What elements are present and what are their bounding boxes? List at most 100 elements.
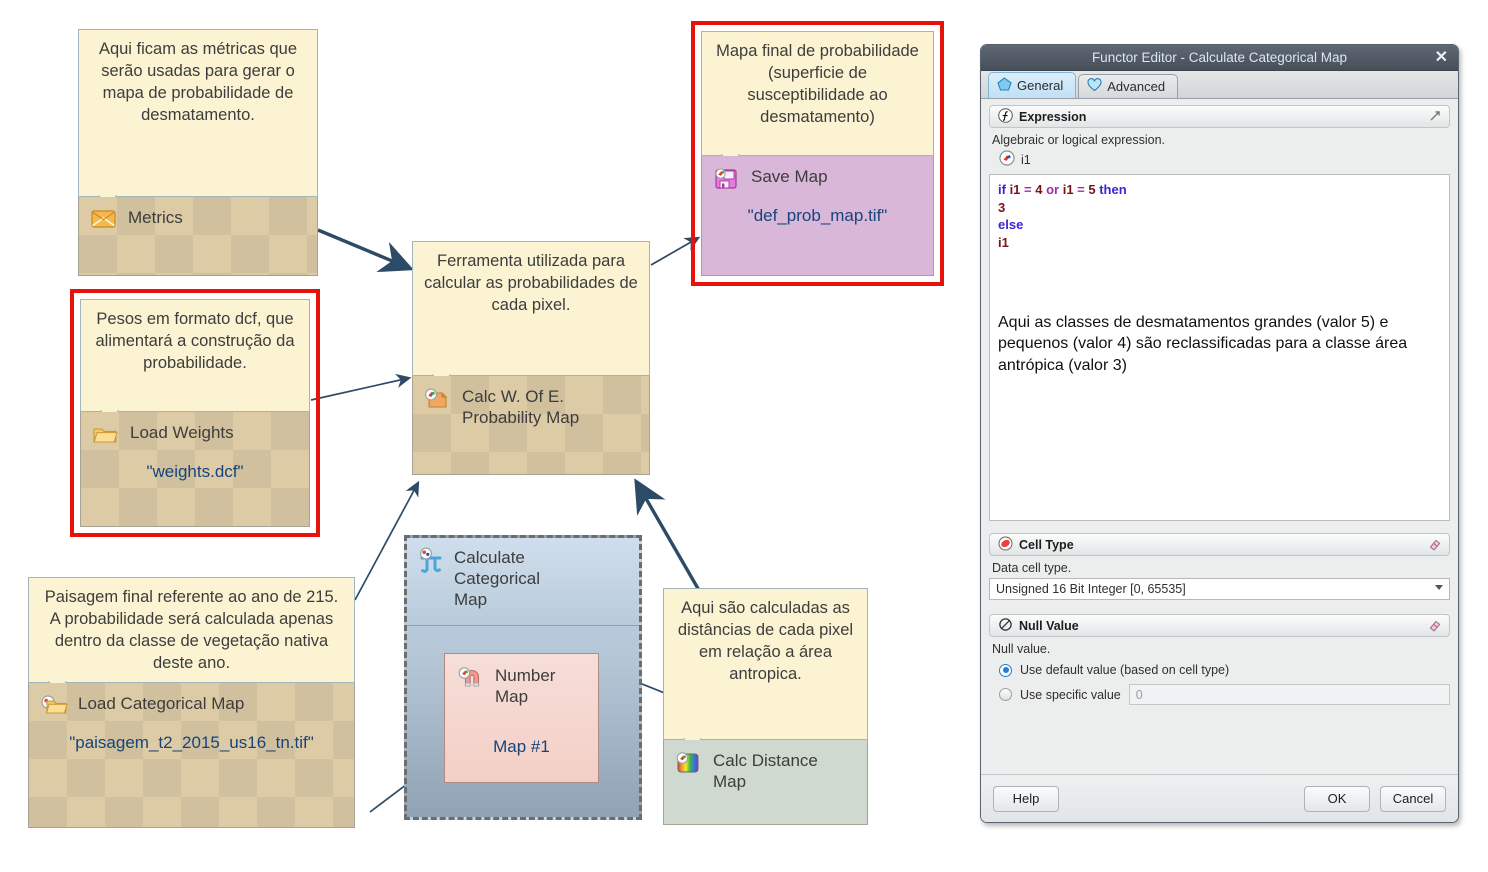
code-token: i1 (1009, 182, 1021, 197)
eraser-icon[interactable] (1428, 537, 1442, 554)
note-save-map: Mapa final de probabilidade (superficie … (701, 31, 934, 156)
null-value-title: Null Value (1019, 618, 1079, 633)
radio-default-label: Use default value (based on cell type) (1020, 663, 1230, 677)
cell-type-description: Data cell type. (992, 561, 1072, 575)
note-calc-distance: Aqui são calculadas as distâncias de cad… (663, 588, 868, 740)
node-title: Load Weights (130, 423, 234, 442)
node-body-metrics[interactable]: Metrics (78, 197, 318, 276)
expression-code: if i1 = 4 or i1 = 5 then 3 else i1 (998, 181, 1441, 252)
node-title: Metrics (128, 208, 183, 227)
heart-icon (1087, 78, 1102, 95)
cell-type-icon (998, 536, 1013, 554)
node-number-map[interactable]: Number Map Map #1 (444, 653, 599, 783)
number-map-magnet-icon (456, 663, 486, 689)
note-metrics: Aqui ficam as métricas que serão usadas … (78, 29, 318, 197)
expression-annotation: Aqui as classes de desmatamentos grandes… (998, 313, 1408, 374)
node-value: Map #1 (493, 737, 550, 757)
node-body-calc-woe[interactable]: Calc W. Of E. Probability Map (412, 376, 650, 475)
cell-type-value: Unsigned 16 Bit Integer [0, 65535] (996, 582, 1186, 596)
note-load-categorical-map: Paisagem final referente ao ano de 215. … (28, 577, 355, 683)
expression-description: Algebraic or logical expression. (992, 133, 1166, 147)
code-line: if i1 = 4 or i1 = 5 then (998, 181, 1441, 199)
radio-use-specific-value[interactable]: Use specific value 0 (999, 684, 1450, 705)
node-body-calc-distance[interactable]: Calc Distance Map (663, 740, 868, 825)
expression-editor[interactable]: if i1 = 4 or i1 = 5 then 3 else i1 Aqui a… (989, 174, 1450, 521)
calc-probability-map-icon (423, 384, 453, 410)
radio-specific-label: Use specific value (1020, 687, 1121, 702)
radio-button-unselected[interactable] (999, 688, 1012, 701)
radio-button-selected[interactable] (999, 663, 1012, 677)
load-weights-folder-icon (91, 420, 121, 446)
null-slash-icon (998, 617, 1013, 635)
radio-use-default-value[interactable]: Use default value (based on cell type) (999, 663, 1450, 677)
code-token: 3 (998, 199, 1006, 215)
tab-general[interactable]: General (988, 72, 1077, 98)
null-value-header: Null Value (989, 614, 1450, 637)
tab-advanced-label: Advanced (1107, 79, 1166, 94)
cancel-button[interactable]: Cancel (1380, 785, 1446, 812)
metrics-table-icon (89, 205, 119, 231)
code-token: else (998, 217, 1024, 233)
code-line: i1 (998, 234, 1441, 252)
node-load-weights[interactable]: Pesos em formato dcf, que alimentará a c… (80, 299, 310, 527)
code-token: i1 (998, 235, 1009, 251)
note-calc-probability: Ferramenta utilizada para calcular as pr… (412, 241, 650, 376)
expression-variable-row: i1 (999, 150, 1450, 169)
functor-editor-dialog[interactable]: Functor Editor - Calculate Categorical M… (980, 44, 1459, 823)
node-metrics[interactable]: Aqui ficam as métricas que serão usadas … (78, 29, 318, 276)
code-line: 3 (998, 199, 1441, 217)
expression-section: Expression Algebraic or logical expressi… (989, 105, 1450, 521)
group-title: Calculate Categorical Map (454, 548, 540, 610)
node-save-map[interactable]: Mapa final de probabilidade (superficie … (701, 31, 934, 276)
variable-map-icon (999, 150, 1015, 169)
ok-button[interactable]: OK (1304, 785, 1370, 812)
help-button[interactable]: Help (993, 785, 1059, 812)
cell-type-section: Cell Type Data cell type. Unsigned 16 Bi… (989, 533, 1450, 600)
expand-arrow-icon[interactable] (1428, 109, 1442, 126)
dialog-titlebar: Functor Editor - Calculate Categorical M… (981, 45, 1458, 71)
calc-distance-map-rainbow-icon (674, 748, 704, 774)
node-title: Save Map (751, 167, 828, 186)
tab-general-label: General (1017, 78, 1064, 93)
cell-type-dropdown[interactable]: Unsigned 16 Bit Integer [0, 65535] (989, 578, 1450, 600)
categorical-map-folder-icon (39, 691, 69, 717)
function-icon (998, 107, 1013, 126)
code-token: if (998, 182, 1010, 197)
expression-header: Expression (989, 105, 1450, 128)
node-filename: "def_prob_map.tif" (747, 206, 888, 225)
null-value-description: Null value. (992, 642, 1051, 656)
group-header: Calculate Categorical Map (407, 538, 639, 626)
node-filename: "weights.dcf" (146, 462, 244, 481)
tab-advanced[interactable]: Advanced (1078, 74, 1179, 98)
dialog-title: Functor Editor - Calculate Categorical M… (1091, 50, 1348, 65)
node-calc-distance-map[interactable]: Aqui são calculadas as distâncias de cad… (663, 588, 868, 825)
calculate-categorical-map-pi-icon (416, 545, 446, 573)
code-token: = (1020, 182, 1036, 197)
node-body-load-weights[interactable]: Load Weights "weights.dcf" (80, 412, 310, 527)
cell-type-header: Cell Type (989, 533, 1450, 556)
node-title: Load Categorical Map (78, 694, 245, 713)
code-token: = (1073, 182, 1089, 197)
node-body-save-map[interactable]: Save Map "def_prob_map.tif" (701, 156, 934, 276)
code-line: else (998, 216, 1441, 234)
node-filename: "paisagem_t2_2015_us16_tn.tif" (69, 733, 314, 752)
pentagon-icon (997, 77, 1012, 94)
dialog-footer: Help OK Cancel (981, 774, 1458, 822)
code-token: or (1042, 182, 1063, 197)
workflow-diagram: Aqui ficam as métricas que serão usadas … (0, 0, 980, 872)
node-load-categorical-map[interactable]: Paisagem final referente ao ano de 215. … (28, 577, 355, 828)
node-title: Number Map (495, 666, 556, 707)
eraser-icon[interactable] (1428, 618, 1442, 635)
code-token: 5 (1088, 182, 1096, 197)
node-body-load-categorical-map[interactable]: Load Categorical Map "paisagem_t2_2015_u… (28, 683, 355, 828)
chevron-down-icon (1435, 585, 1443, 590)
variable-name: i1 (1021, 152, 1031, 167)
close-icon[interactable]: ✕ (1435, 48, 1448, 67)
node-calc-woe-probability-map[interactable]: Ferramenta utilizada para calcular as pr… (412, 241, 650, 475)
code-token: then (1095, 182, 1127, 197)
node-title: Calc Distance Map (713, 751, 818, 792)
null-value-section: Null Value Null value. Use default value… (989, 614, 1450, 705)
group-calculate-categorical-map[interactable]: Calculate Categorical Map Number Map Map… (404, 535, 642, 820)
specific-value-input[interactable]: 0 (1128, 684, 1450, 705)
note-load-weights: Pesos em formato dcf, que alimentará a c… (80, 299, 310, 412)
